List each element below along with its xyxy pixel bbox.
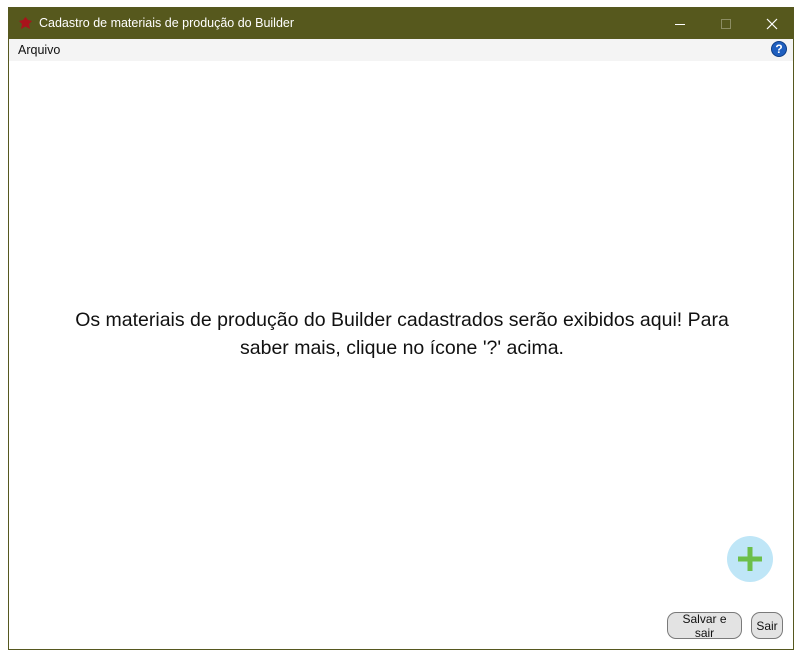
app-logo-icon: [18, 16, 33, 31]
close-icon: [766, 18, 778, 29]
plus-icon: [738, 547, 762, 571]
menu-arquivo[interactable]: Arquivo: [18, 43, 60, 57]
app-window: Cadastro de materiais de produção do Bui…: [8, 7, 794, 650]
help-icon[interactable]: ?: [771, 41, 787, 57]
maximize-icon: [721, 18, 731, 29]
menu-bar: Arquivo ?: [9, 39, 793, 61]
minimize-icon: [675, 23, 685, 25]
maximize-button: [703, 8, 749, 39]
add-material-button[interactable]: [727, 536, 773, 582]
save-and-exit-button[interactable]: Salvar e sair: [667, 612, 742, 640]
empty-state-message: Os materiais de produção do Builder cada…: [75, 309, 729, 359]
close-button[interactable]: [749, 8, 795, 39]
window-title: Cadastro de materiais de produção do Bui…: [39, 16, 295, 30]
minimize-button[interactable]: [657, 8, 703, 39]
exit-button[interactable]: Sair: [751, 612, 783, 639]
title-bar[interactable]: Cadastro de materiais de produção do Bui…: [9, 8, 793, 39]
